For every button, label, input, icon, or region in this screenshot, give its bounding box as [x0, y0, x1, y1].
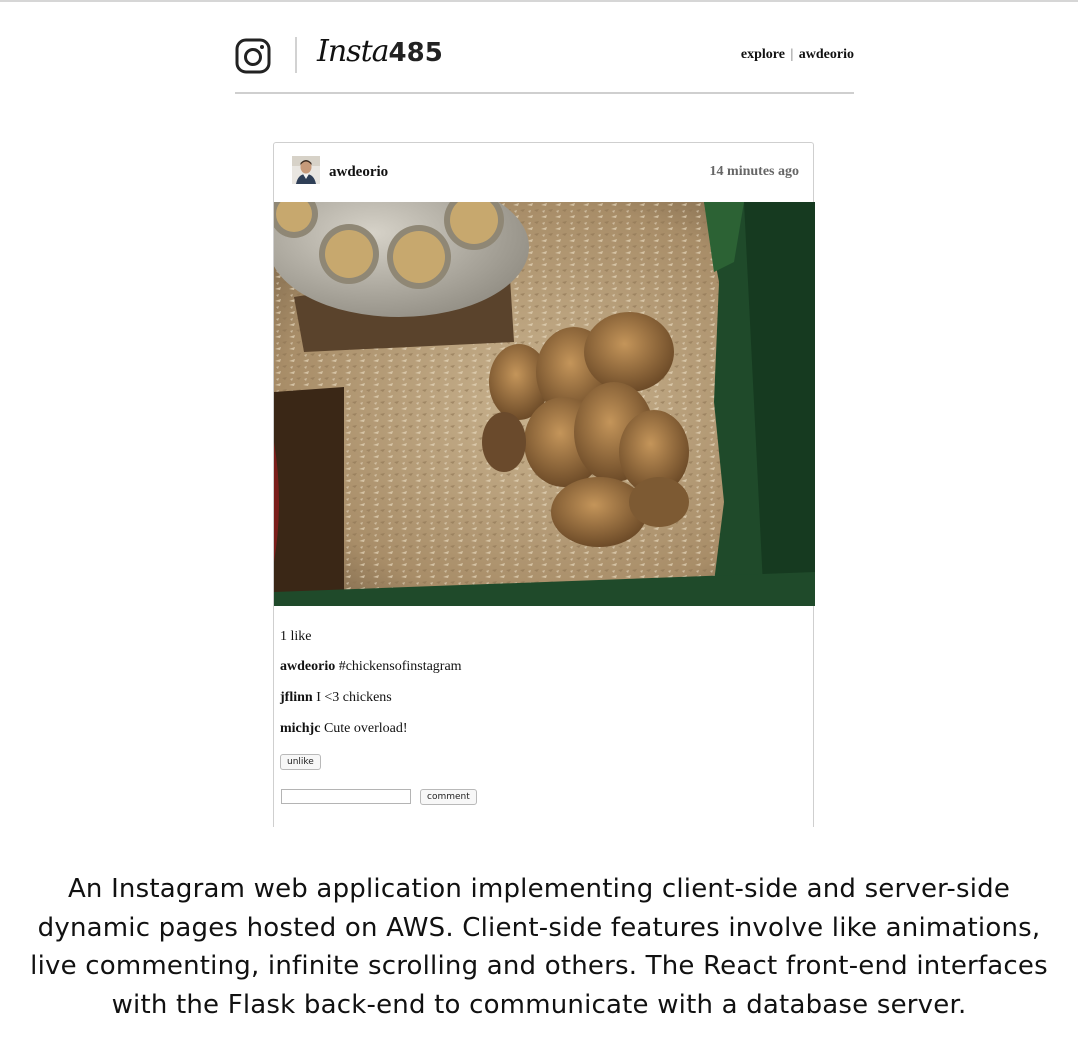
- post-owner-link[interactable]: awdeorio: [329, 164, 388, 181]
- explore-link[interactable]: explore: [741, 47, 785, 62]
- user-profile-link[interactable]: awdeorio: [799, 47, 854, 62]
- avatar[interactable]: [292, 156, 320, 184]
- top-divider: [0, 0, 1078, 2]
- brand-script: Insta: [317, 34, 390, 69]
- post-image[interactable]: [274, 202, 815, 606]
- app-header: Insta485 explore | awdeorio: [235, 30, 854, 94]
- instagram-logo-icon[interactable]: [235, 38, 271, 74]
- comment-input[interactable]: [281, 789, 411, 804]
- post-card: awdeorio 14 minutes ago 1 like awdeorio …: [273, 142, 815, 827]
- comment-submit-button[interactable]: comment: [420, 789, 477, 805]
- comment-owner-link[interactable]: michjc: [280, 721, 320, 736]
- post-header: awdeorio 14 minutes ago: [274, 143, 815, 201]
- comment-owner-link[interactable]: awdeorio: [280, 659, 335, 674]
- brand-wordmark[interactable]: Insta485: [317, 34, 443, 74]
- likes-count: 1 like: [280, 629, 312, 644]
- project-description: An Instagram web application implementin…: [30, 874, 1048, 1020]
- brand-number: 485: [388, 38, 443, 68]
- comment-text: I <3 chickens: [316, 690, 392, 705]
- post-timestamp-link[interactable]: 14 minutes ago: [710, 164, 799, 180]
- comment: awdeorio #chickensofinstagram: [280, 659, 462, 675]
- comment: michjc Cute overload!: [280, 721, 408, 737]
- comment: jflinn I <3 chickens: [280, 690, 392, 706]
- comment-text: Cute overload!: [323, 721, 408, 736]
- unlike-button[interactable]: unlike: [280, 754, 321, 770]
- comment-owner-link[interactable]: jflinn: [280, 690, 313, 705]
- nav-separator: |: [790, 47, 794, 62]
- header-nav: explore | awdeorio: [741, 47, 854, 63]
- comment-text: #chickensofinstagram: [338, 659, 462, 674]
- logo-divider: [295, 37, 297, 73]
